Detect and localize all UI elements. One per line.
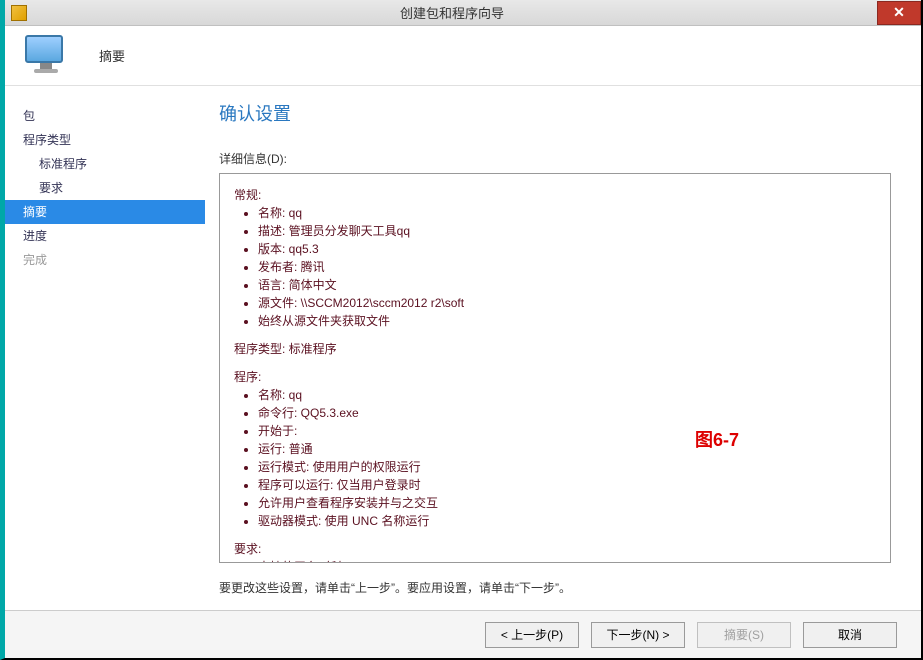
general-publisher: 发布者: 腾讯 [258,258,876,276]
program-name: 名称: qq [258,386,876,404]
general-name: 名称: qq [258,204,876,222]
program-run: 运行: 普通 [258,440,876,458]
program-cmd: 命令行: QQ5.3.exe [258,404,876,422]
nav-requirements[interactable]: 要求 [5,176,205,200]
details-box[interactable]: 常规: 名称: qq 描述: 管理员分发聊天工具qq 版本: qq5.3 发布者… [219,173,891,563]
general-always-source: 始终从源文件夹获取文件 [258,312,876,330]
hint-text: 要更改这些设置，请单击“上一步”。要应用设置，请单击“下一步”。 [219,579,891,596]
step-title: 摘要 [99,46,125,65]
nav-standard-program[interactable]: 标准程序 [5,152,205,176]
details-label: 详细信息(D): [219,150,891,167]
general-description: 描述: 管理员分发聊天工具qq [258,222,876,240]
wizard-header: 摘要 [5,26,921,86]
program-drivermode: 驱动器模式: 使用 UNC 名称运行 [258,512,876,530]
program-interact: 允许用户查看程序安装并与之交互 [258,494,876,512]
window-title: 创建包和程序向导 [27,3,877,22]
section-program: 程序: 名称: qq 命令行: QQ5.3.exe 开始于: 运行: 普通 运行… [234,368,876,530]
general-language: 语言: 简体中文 [258,276,876,294]
nav-completion: 完成 [5,248,205,272]
general-source: 源文件: \\SCCM2012\sccm2012 r2\soft [258,294,876,312]
close-button[interactable]: ✕ [877,1,921,25]
summary-button: 摘要(S) [697,622,791,648]
confirm-heading: 确认设置 [219,100,891,126]
program-canrun: 程序可以运行: 仅当用户登录时 [258,476,876,494]
section-requirements-title: 要求: [234,540,876,558]
main-panel: 确认设置 详细信息(D): 常规: 名称: qq 描述: 管理员分发聊天工具qq… [205,86,921,610]
nav-progress[interactable]: 进度 [5,224,205,248]
general-version: 版本: qq5.3 [258,240,876,258]
section-requirements: 要求: 支持的平台: 任何 允许的最大运行时间(分钟): 120 [234,540,876,563]
nav-program-type[interactable]: 程序类型 [5,128,205,152]
section-program-title: 程序: [234,368,876,386]
monitor-icon [25,35,67,77]
nav-summary[interactable]: 摘要 [5,200,205,224]
cancel-button[interactable]: 取消 [803,622,897,648]
program-startin: 开始于: [258,422,876,440]
next-button[interactable]: 下一步(N) > [591,622,685,648]
nav-package[interactable]: 包 [5,104,205,128]
program-runmode: 运行模式: 使用用户的权限运行 [258,458,876,476]
program-type-title: 程序类型: 标准程序 [234,340,876,358]
wizard-footer: < 上一步(P) 下一步(N) > 摘要(S) 取消 [5,610,921,658]
titlebar: 创建包和程序向导 ✕ [5,0,921,26]
wizard-window: 创建包和程序向导 ✕ 摘要 包 程序类型 标准程序 要求 摘要 进度 完成 确认… [0,0,923,660]
section-general-title: 常规: [234,186,876,204]
wizard-body: 包 程序类型 标准程序 要求 摘要 进度 完成 确认设置 详细信息(D): 常规… [5,86,921,610]
section-general: 常规: 名称: qq 描述: 管理员分发聊天工具qq 版本: qq5.3 发布者… [234,186,876,330]
section-program-type: 程序类型: 标准程序 [234,340,876,358]
sidebar: 包 程序类型 标准程序 要求 摘要 进度 完成 [5,86,205,610]
previous-button[interactable]: < 上一步(P) [485,622,579,648]
req-platforms: 支持的平台: 任何 [258,558,876,563]
app-icon [11,5,27,21]
